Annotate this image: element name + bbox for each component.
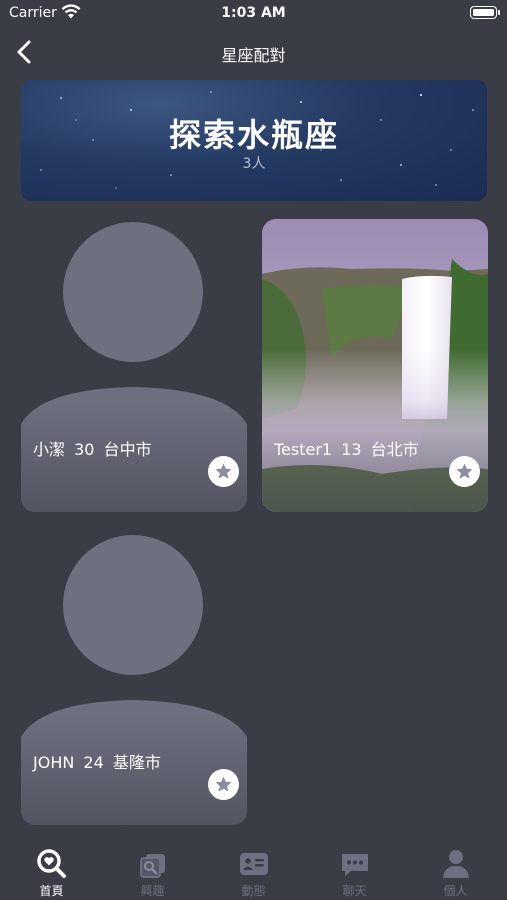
profile-info: 小潔 30 台中市 — [33, 436, 156, 460]
profile-name: 小潔 — [33, 440, 66, 459]
feed-icon — [240, 853, 268, 875]
status-bar: Carrier 1:03 AM — [0, 0, 507, 28]
profile-city: 台北市 — [370, 440, 419, 459]
profile-age: 13 — [341, 440, 362, 459]
star-icon — [456, 463, 473, 479]
tab-profile-label: 個人 — [443, 884, 468, 898]
tab-feed-label: 動態 — [241, 884, 266, 898]
clock: 1:03 AM — [221, 5, 286, 21]
banner-count: 3人 — [242, 156, 266, 172]
interest-icon — [140, 854, 165, 878]
tab-feed[interactable]: 動態 — [203, 838, 304, 900]
profile-city: 台中市 — [103, 440, 152, 459]
profile-card[interactable]: 小潔 30 台中市 — [21, 219, 247, 512]
profile-city: 基隆市 — [112, 753, 161, 772]
profile-name: JOHN — [33, 753, 75, 772]
search-heart-icon — [37, 849, 66, 878]
chat-icon — [342, 854, 368, 876]
tab-interest-label: 興趣 — [140, 884, 165, 898]
profile-info: JOHN 24 基隆市 — [33, 749, 165, 773]
battery-icon — [470, 6, 500, 19]
page-title: 星座配對 — [221, 46, 286, 65]
favorite-button[interactable] — [208, 769, 239, 800]
tab-chat[interactable]: 聊天 — [304, 838, 405, 900]
tab-home[interactable]: 首頁 — [1, 838, 102, 900]
person-icon — [443, 850, 469, 878]
tab-home-label: 首頁 — [39, 884, 64, 898]
tab-interest[interactable]: 興趣 — [102, 838, 203, 900]
star-icon — [215, 776, 232, 792]
profile-card[interactable]: Tester1 13 台北市 — [262, 219, 488, 512]
profile-card[interactable]: JOHN 24 基隆市 — [21, 532, 247, 825]
star-icon — [215, 463, 232, 479]
profile-age: 30 — [74, 440, 95, 459]
profile-age: 24 — [83, 753, 104, 772]
navigation-bar: 星座配對 — [0, 30, 507, 74]
profile-name: Tester1 — [274, 440, 333, 459]
tab-bar: 首頁 興趣 動態 聊天 個人 — [0, 838, 507, 900]
banner-title: 探索水瓶座 — [168, 116, 339, 154]
favorite-button[interactable] — [449, 456, 480, 487]
favorite-button[interactable] — [208, 456, 239, 487]
zodiac-banner: 探索水瓶座 3人 — [21, 80, 487, 201]
tab-profile[interactable]: 個人 — [405, 838, 506, 900]
profile-info: Tester1 13 台北市 — [274, 436, 423, 460]
tab-chat-label: 聊天 — [342, 884, 367, 898]
